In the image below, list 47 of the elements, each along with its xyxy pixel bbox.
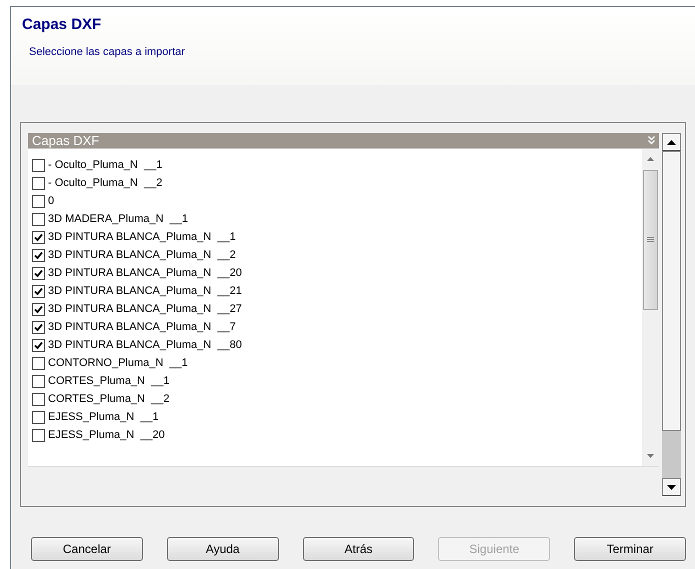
checkbox[interactable] [32,284,45,298]
checkbox[interactable] [32,194,45,208]
scrollbar[interactable] [642,149,659,466]
checkbox[interactable] [32,176,45,190]
down-arrow-icon[interactable] [667,484,676,490]
dialog-button[interactable]: Atrás [302,537,414,561]
checkbox[interactable] [32,302,45,316]
checkbox[interactable] [32,392,45,406]
checkbox[interactable] [32,338,45,352]
checkbox[interactable] [32,212,45,226]
layer-label[interactable]: CORTES_Pluma_N __2 [48,393,170,405]
layer-label[interactable]: - Oculto_Pluma_N __2 [48,177,162,189]
layer-label[interactable]: - Oculto_Pluma_N __1 [48,159,162,171]
layer-label[interactable]: EJESS_Pluma_N __1 [48,411,159,423]
layer-label[interactable]: 3D PINTURA BLANCA_Pluma_N __7 [48,321,236,333]
scroll-thumb[interactable] [662,151,681,431]
checkbox[interactable] [32,320,45,334]
layer-label[interactable]: 3D PINTURA BLANCA_Pluma_N __80 [48,339,242,351]
dialog-button[interactable]: Cancelar [31,537,143,561]
checkbox[interactable] [32,266,45,280]
checkbox[interactable] [32,158,45,172]
layer-label[interactable]: EJESS_Pluma_N __20 [48,429,165,441]
scroll-thumb[interactable] [643,170,658,310]
dialog-button[interactable]: Ayuda [166,537,279,561]
checkbox[interactable] [32,230,45,244]
layer-label[interactable]: 3D MADERA_Pluma_N __1 [48,213,188,225]
scrollbar[interactable] [662,133,681,496]
chevron-icon[interactable] [648,136,655,145]
layer-label[interactable]: CONTORNO_Pluma_N __1 [48,357,188,369]
grip-icon[interactable] [647,237,654,243]
panel-title: Capas DXF [32,133,100,148]
checkbox[interactable] [32,248,45,262]
layer-label[interactable]: 3D PINTURA BLANCA_Pluma_N __2 [48,249,236,261]
layer-label[interactable]: 3D PINTURA BLANCA_Pluma_N __20 [48,267,242,279]
checkbox[interactable] [32,356,45,370]
layer-label[interactable]: 0 [48,195,54,207]
dialog-subtitle: Seleccione las capas a importar [29,46,186,58]
checkbox[interactable] [32,428,45,442]
layer-label[interactable]: 3D PINTURA BLANCA_Pluma_N __1 [48,231,236,243]
layer-label[interactable]: 3D PINTURA BLANCA_Pluma_N __27 [48,303,242,315]
checkbox[interactable] [32,410,45,424]
layer-label[interactable]: 3D PINTURA BLANCA_Pluma_N __21 [48,285,242,297]
checkbox[interactable] [32,374,45,388]
dialog-button[interactable]: Terminar [574,537,686,561]
layer-label[interactable]: CORTES_Pluma_N __1 [48,375,170,387]
dialog-title: Capas DXF [22,16,102,33]
up-arrow-icon[interactable] [667,140,676,144]
